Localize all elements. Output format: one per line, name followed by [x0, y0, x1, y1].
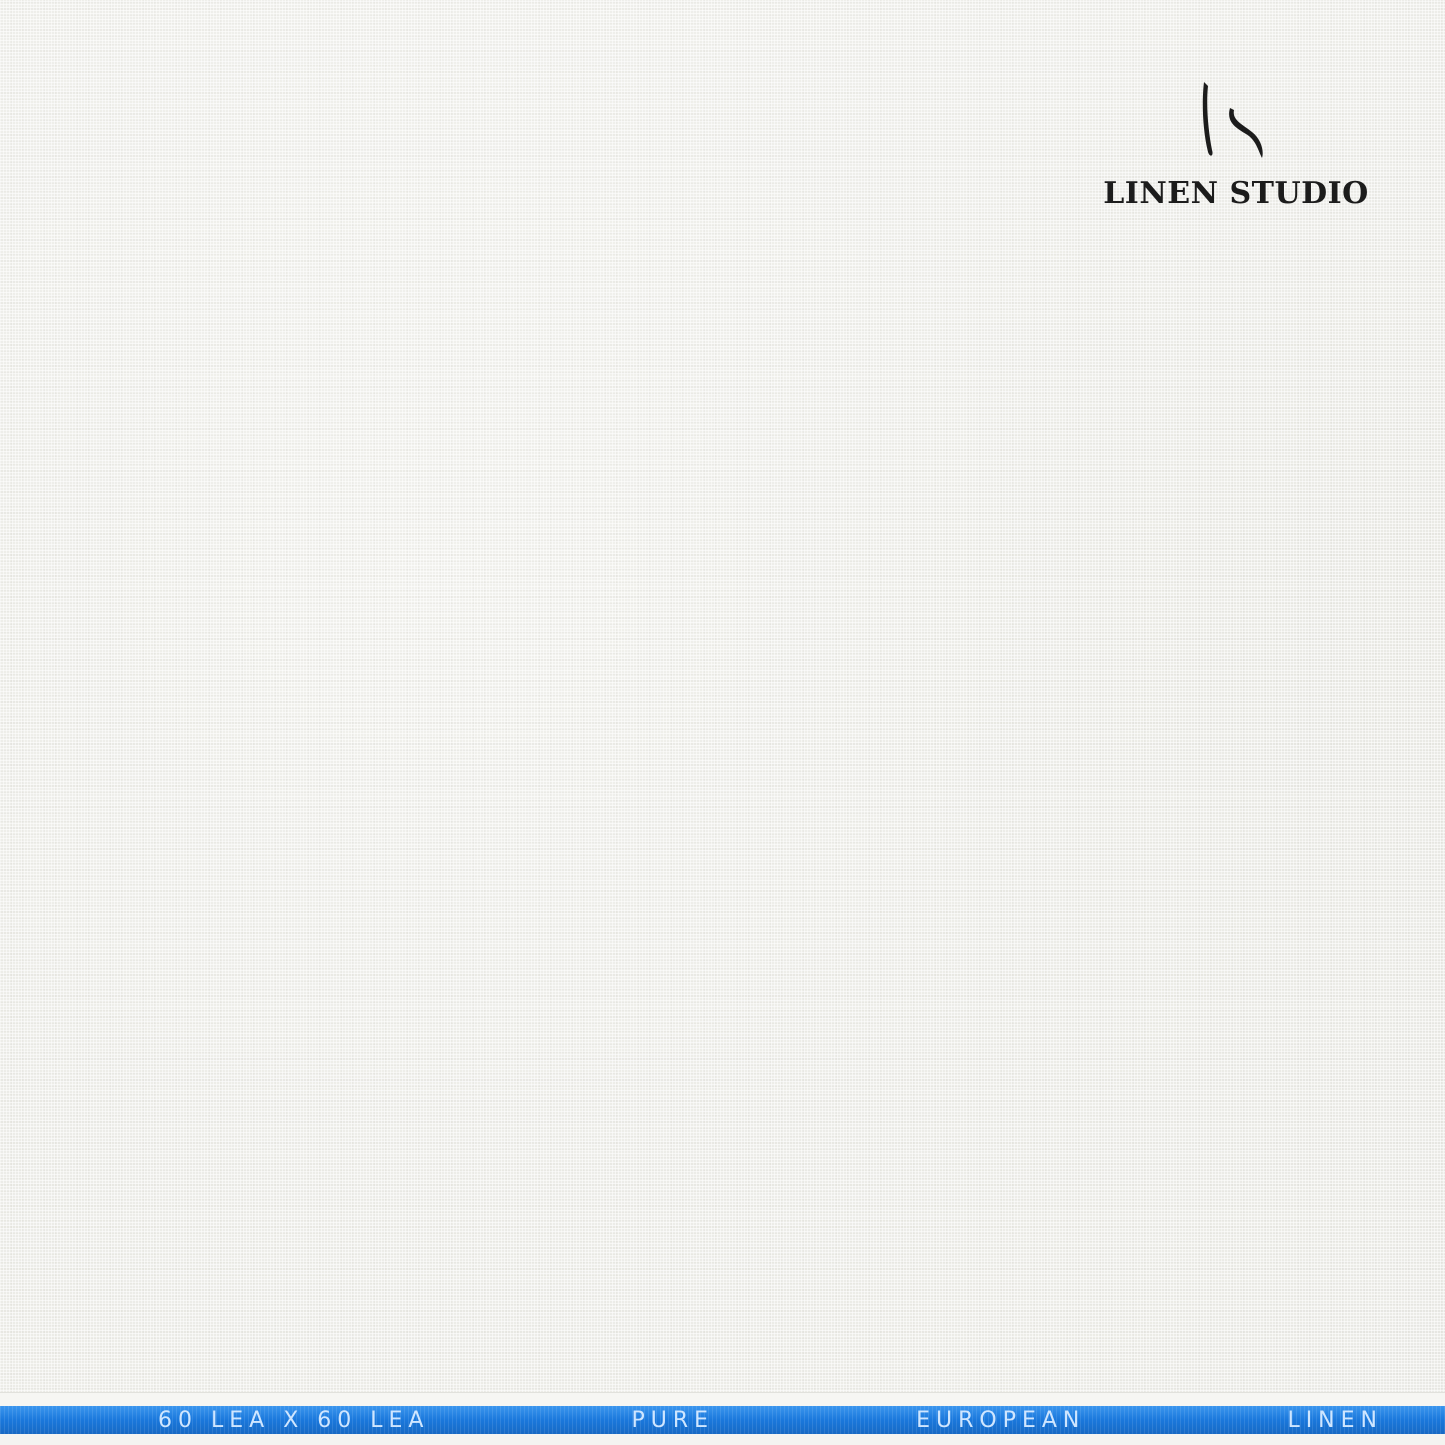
- selvedge-bottom-edge: [0, 1434, 1445, 1445]
- selvedge-word-count: 60 LEA X 60 LEA: [158, 1407, 430, 1433]
- selvedge-word-pure: PURE: [631, 1407, 715, 1433]
- fabric-swatch-photo: LINEN STUDIO 60 LEA X 60 LEA PURE EUROPE…: [0, 0, 1445, 1445]
- selvedge-lettering: 60 LEA X 60 LEA PURE EUROPEAN LINEN: [0, 1406, 1445, 1434]
- selvedge-word-european: EUROPEAN: [916, 1407, 1086, 1433]
- selvedge-white-edge: [0, 1392, 1445, 1407]
- ls-monogram-icon: [1202, 82, 1263, 158]
- selvedge-word-linen: LINEN: [1287, 1407, 1383, 1433]
- brand-name: LINEN STUDIO: [1103, 176, 1369, 211]
- brand-logo: LINEN STUDIO: [1096, 70, 1376, 220]
